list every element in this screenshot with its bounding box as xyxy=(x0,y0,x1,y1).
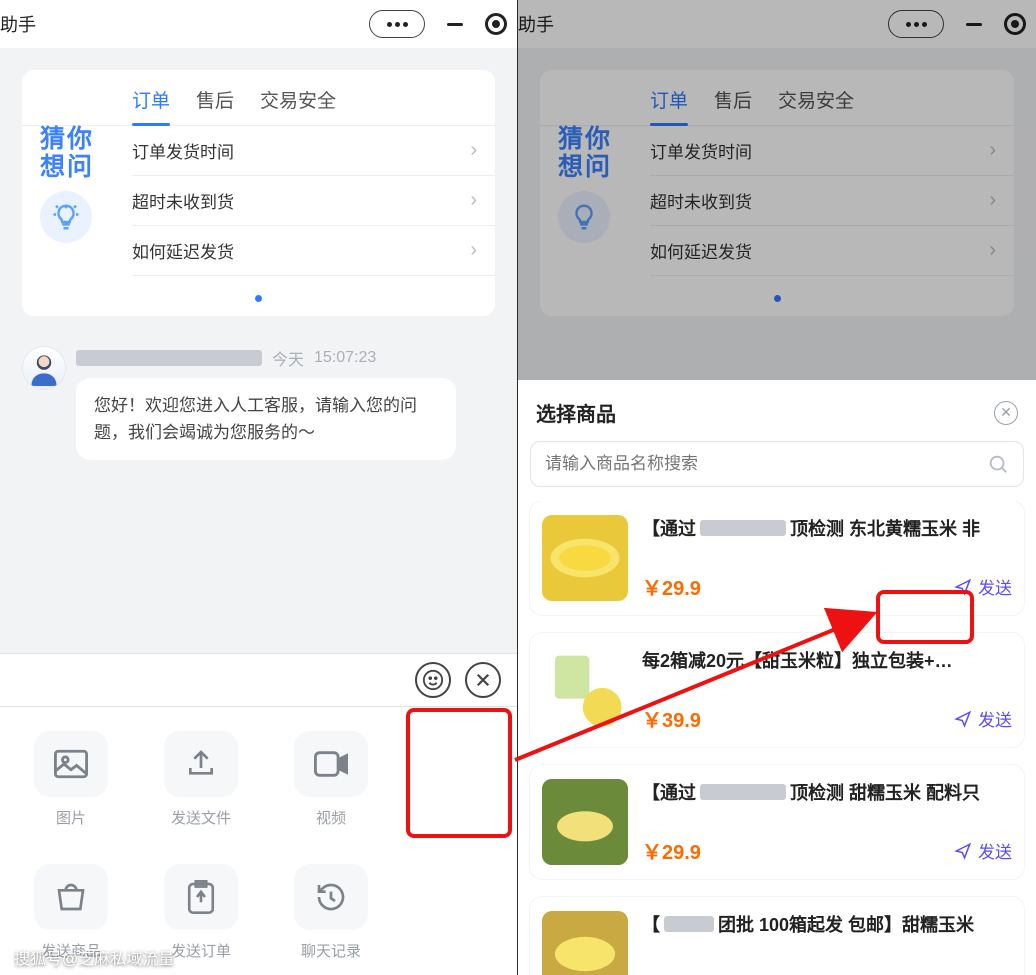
tool-label: 视频 xyxy=(316,807,346,828)
guess-label: 猜你 想问 xyxy=(40,126,112,181)
tool-image[interactable]: 图片 xyxy=(26,731,116,828)
censored-text xyxy=(700,784,786,800)
modal-overlay[interactable] xyxy=(518,0,1036,380)
product-item[interactable]: 每2箱减20元【甜玉米粒】独立包装+… ￥39.9 发送 xyxy=(530,633,1024,747)
faq-row[interactable]: 超时未收到货 › xyxy=(132,176,495,226)
faq-tabs: 订单 售后 交易安全 xyxy=(22,70,495,126)
product-thumb xyxy=(542,779,628,865)
censored-name xyxy=(76,350,262,366)
product-price: ￥39.9 xyxy=(642,704,701,733)
watermark: 搜狐号@芝麻私域流量 xyxy=(14,945,174,969)
search-icon xyxy=(987,453,1009,475)
product-thumb xyxy=(542,911,628,975)
bulb-icon xyxy=(40,191,92,243)
censored-text xyxy=(700,520,786,536)
send-product-button[interactable]: 发送 xyxy=(954,706,1012,731)
tools-panel: 图片 发送文件 视频 发送商品 发送订单 聊天记录 xyxy=(0,707,517,975)
faq-card: 订单 售后 交易安全 猜你 想问 订单发货时间 › 超时未收到货 › 如何延迟发货 › xyxy=(22,70,495,316)
tool-chat-history[interactable]: 聊天记录 xyxy=(286,864,376,961)
send-label: 发送 xyxy=(978,706,1012,731)
window-controls xyxy=(369,10,507,38)
message-meta: 今天 15:07:23 xyxy=(76,346,495,370)
tool-upload-file[interactable]: 发送文件 xyxy=(156,731,246,828)
titlebar: 助手 xyxy=(0,0,517,48)
product-title: 【通过顶检测 甜糯玉米 配料只 xyxy=(642,779,1012,805)
faq-row-label: 如何延迟发货 xyxy=(132,238,234,263)
product-thumb xyxy=(542,515,628,601)
product-item[interactable]: 【通过顶检测 东北黄糯玉米 非 ￥29.9 发送 xyxy=(530,501,1024,615)
guess-you-ask: 猜你 想问 xyxy=(40,126,112,243)
sheet-title: 选择商品 xyxy=(536,398,616,427)
product-title: 【团批 100箱起发 包邮】甜糯玉米 xyxy=(642,911,1012,937)
chat-message: 今天 15:07:23 您好！欢迎您进入人工客服，请输入您的问题，我们会竭诚为您… xyxy=(22,346,495,460)
page-indicator xyxy=(22,295,495,302)
faq-row[interactable]: 订单发货时间 › xyxy=(132,126,495,176)
more-icon[interactable] xyxy=(369,10,425,38)
app-title: 助手 xyxy=(0,11,36,37)
target-icon[interactable] xyxy=(485,13,507,35)
product-price: ￥29.9 xyxy=(642,572,701,601)
tab-orders[interactable]: 订单 xyxy=(132,86,170,125)
faq-row-label: 超时未收到货 xyxy=(132,188,234,213)
close-icon[interactable]: ✕ xyxy=(994,401,1018,425)
tab-security[interactable]: 交易安全 xyxy=(260,86,336,125)
faq-row-label: 订单发货时间 xyxy=(132,138,234,163)
product-title: 【通过顶检测 东北黄糯玉米 非 xyxy=(642,515,1012,541)
send-product-button[interactable]: 发送 xyxy=(954,574,1012,599)
product-list: 【通过顶检测 东北黄糯玉米 非 ￥29.9 发送 每2箱减20元【甜玉米粒】独立… xyxy=(518,501,1036,975)
send-label: 发送 xyxy=(978,838,1012,863)
message-bubble: 您好！欢迎您进入人工客服，请输入您的问题，我们会竭诚为您服务的～ xyxy=(76,378,456,460)
emoji-icon[interactable] xyxy=(415,662,451,698)
tab-aftersale[interactable]: 售后 xyxy=(196,86,234,125)
search-input[interactable] xyxy=(545,454,987,474)
select-product-sheet: 选择商品 ✕ 【通过顶检测 东北黄糯玉米 非 ￥29.9 发 xyxy=(518,380,1036,975)
chevron-right-icon: › xyxy=(470,189,477,212)
product-title: 每2箱减20元【甜玉米粒】独立包装+… xyxy=(642,647,1012,673)
send-product-button[interactable]: 发送 xyxy=(954,838,1012,863)
tool-label: 发送文件 xyxy=(171,807,231,828)
time-prefix: 今天 xyxy=(272,346,304,370)
tool-video[interactable]: 视频 xyxy=(286,731,376,828)
chevron-right-icon: › xyxy=(470,239,477,262)
product-item[interactable]: 【团批 100箱起发 包邮】甜糯玉米 xyxy=(530,897,1024,975)
tool-label: 发送订单 xyxy=(171,940,231,961)
product-item[interactable]: 【通过顶检测 甜糯玉米 配料只 ￥29.9 发送 xyxy=(530,765,1024,879)
close-icon[interactable] xyxy=(465,662,501,698)
tool-label: 图片 xyxy=(56,807,86,828)
chevron-right-icon: › xyxy=(470,139,477,162)
right-pane: 助手 订单 售后 交易安全 猜你 想问 订单发货时间› 超时未收到货› xyxy=(518,0,1036,975)
tool-label: 聊天记录 xyxy=(301,940,361,961)
timestamp: 15:07:23 xyxy=(314,349,376,367)
censored-text xyxy=(664,916,714,932)
product-thumb xyxy=(542,647,628,733)
left-pane: 助手 订单 售后 交易安全 猜你 想问 xyxy=(0,0,518,975)
faq-list: 订单发货时间 › 超时未收到货 › 如何延迟发货 › xyxy=(132,126,495,276)
minimize-icon[interactable] xyxy=(447,23,463,26)
product-search[interactable] xyxy=(530,441,1024,487)
faq-row[interactable]: 如何延迟发货 › xyxy=(132,226,495,276)
send-label: 发送 xyxy=(978,574,1012,599)
agent-avatar xyxy=(22,346,66,390)
chat-input-bar[interactable] xyxy=(0,653,517,707)
product-price: ￥29.9 xyxy=(642,836,701,865)
